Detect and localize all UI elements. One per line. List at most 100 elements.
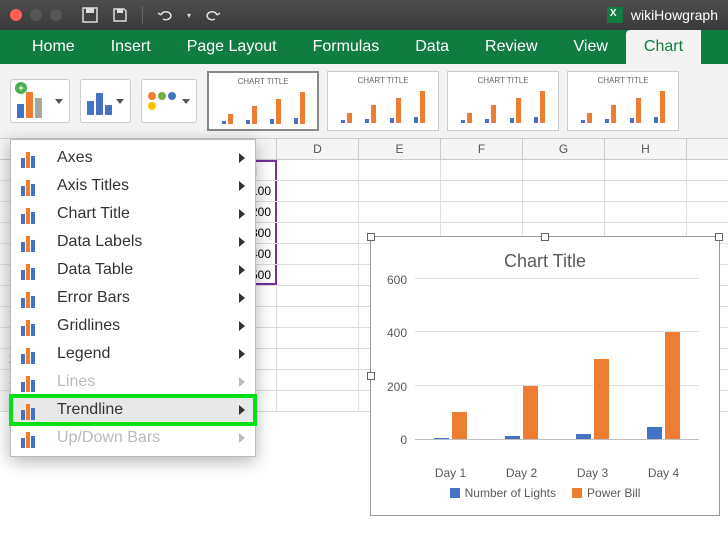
- change-colors-button[interactable]: [141, 79, 197, 123]
- menu-item-chart-title[interactable]: Chart Title: [11, 200, 255, 228]
- menu-item-data-table[interactable]: Data Table: [11, 256, 255, 284]
- resize-handle[interactable]: [367, 233, 375, 241]
- menu-item-legend[interactable]: Legend: [11, 340, 255, 368]
- quick-layout-button[interactable]: [80, 79, 131, 123]
- cell[interactable]: [605, 202, 687, 222]
- tab-data[interactable]: Data: [397, 30, 467, 64]
- toolbar-divider: [142, 6, 143, 24]
- cell[interactable]: [523, 160, 605, 180]
- chart-bar[interactable]: [576, 434, 591, 439]
- undo-icon[interactable]: [157, 7, 173, 23]
- cell[interactable]: [359, 181, 441, 201]
- cell[interactable]: [277, 349, 359, 369]
- bar-group[interactable]: [505, 386, 538, 439]
- chart-bar[interactable]: [647, 427, 662, 439]
- bar-group[interactable]: [576, 359, 609, 439]
- cell[interactable]: [523, 181, 605, 201]
- cell[interactable]: [277, 286, 359, 306]
- legend-item[interactable]: Power Bill: [572, 486, 640, 500]
- plot-area[interactable]: [415, 280, 699, 440]
- tab-chart-design[interactable]: Chart: [626, 30, 701, 64]
- menu-item-icon: [21, 344, 45, 364]
- column-header[interactable]: D: [277, 139, 359, 159]
- cell[interactable]: [277, 223, 359, 243]
- resize-handle[interactable]: [715, 233, 723, 241]
- tab-home[interactable]: Home: [14, 30, 93, 64]
- resize-handle[interactable]: [541, 233, 549, 241]
- chart-bar[interactable]: [505, 436, 520, 439]
- tab-page-layout[interactable]: Page Layout: [169, 30, 295, 64]
- chart-bar[interactable]: [452, 412, 467, 439]
- cell[interactable]: [277, 181, 359, 201]
- column-header[interactable]: E: [359, 139, 441, 159]
- tab-review[interactable]: Review: [467, 30, 555, 64]
- chart-style-thumb[interactable]: CHART TITLE: [447, 71, 559, 131]
- menu-item-axis-titles[interactable]: Axis Titles: [11, 172, 255, 200]
- menu-item-label: Gridlines: [57, 317, 120, 335]
- bar-group[interactable]: [647, 332, 680, 439]
- zoom-window-button[interactable]: [50, 9, 62, 21]
- chart-plot-area[interactable]: 0200400600: [371, 280, 719, 460]
- chart-bar[interactable]: [665, 332, 680, 439]
- menu-item-label: Chart Title: [57, 205, 130, 223]
- column-header[interactable]: F: [441, 139, 523, 159]
- cell[interactable]: [277, 370, 359, 390]
- cell[interactable]: [277, 160, 359, 180]
- chart-title[interactable]: Chart Title: [371, 237, 719, 280]
- undo-dropdown-icon[interactable]: ▾: [187, 11, 191, 20]
- add-chart-element-icon: +: [17, 84, 51, 118]
- chart-style-thumb[interactable]: CHART TITLE: [327, 71, 439, 131]
- redo-icon[interactable]: [205, 7, 221, 23]
- change-colors-icon: [148, 92, 178, 110]
- cell[interactable]: [277, 328, 359, 348]
- save-icon[interactable]: [112, 7, 128, 23]
- cell[interactable]: [277, 307, 359, 327]
- menu-item-icon: [21, 400, 45, 420]
- cell[interactable]: [359, 160, 441, 180]
- cell[interactable]: [605, 160, 687, 180]
- quick-layout-icon: [87, 87, 112, 115]
- legend-label: Power Bill: [587, 486, 640, 500]
- cell[interactable]: [441, 181, 523, 201]
- column-header[interactable]: G: [523, 139, 605, 159]
- close-window-button[interactable]: [10, 9, 22, 21]
- chart-bar[interactable]: [594, 359, 609, 439]
- tab-insert[interactable]: Insert: [93, 30, 169, 64]
- submenu-arrow-icon: [239, 237, 245, 247]
- legend-item[interactable]: Number of Lights: [450, 486, 556, 500]
- y-tick-label: 200: [387, 380, 407, 394]
- cell[interactable]: [277, 391, 359, 411]
- chart-bar[interactable]: [523, 386, 538, 439]
- add-chart-element-button[interactable]: +: [10, 79, 70, 123]
- tab-view[interactable]: View: [556, 30, 626, 64]
- cell[interactable]: [277, 265, 359, 285]
- excel-icon: [607, 7, 623, 23]
- menu-item-axes[interactable]: Axes: [11, 144, 255, 172]
- chart-style-thumb[interactable]: CHART TITLE: [567, 71, 679, 131]
- cell[interactable]: [605, 181, 687, 201]
- minimize-window-button[interactable]: [30, 9, 42, 21]
- menu-item-error-bars[interactable]: Error Bars: [11, 284, 255, 312]
- menu-item-icon: [21, 176, 45, 196]
- column-header[interactable]: H: [605, 139, 687, 159]
- menu-item-trendline[interactable]: Trendline: [11, 396, 255, 424]
- chart-bar[interactable]: [434, 438, 449, 439]
- cell[interactable]: [441, 160, 523, 180]
- cell[interactable]: [277, 202, 359, 222]
- tab-formulas[interactable]: Formulas: [295, 30, 398, 64]
- bar-group[interactable]: [434, 412, 467, 439]
- dropdown-arrow-icon: [116, 99, 124, 104]
- y-tick-label: 600: [387, 273, 407, 287]
- cell[interactable]: [441, 202, 523, 222]
- embedded-chart[interactable]: Chart Title 0200400600 Day 1Day 2Day 3Da…: [370, 236, 720, 516]
- cell[interactable]: [359, 202, 441, 222]
- autosave-icon[interactable]: [82, 7, 98, 23]
- menu-item-label: Data Table: [57, 261, 133, 279]
- chart-style-thumb[interactable]: CHART TITLE: [207, 71, 319, 131]
- chart-legend[interactable]: Number of Lights Power Bill: [371, 486, 719, 500]
- ribbon-content: + CHART TITLE: [0, 64, 728, 139]
- cell[interactable]: [523, 202, 605, 222]
- menu-item-gridlines[interactable]: Gridlines: [11, 312, 255, 340]
- menu-item-data-labels[interactable]: Data Labels: [11, 228, 255, 256]
- cell[interactable]: [277, 244, 359, 264]
